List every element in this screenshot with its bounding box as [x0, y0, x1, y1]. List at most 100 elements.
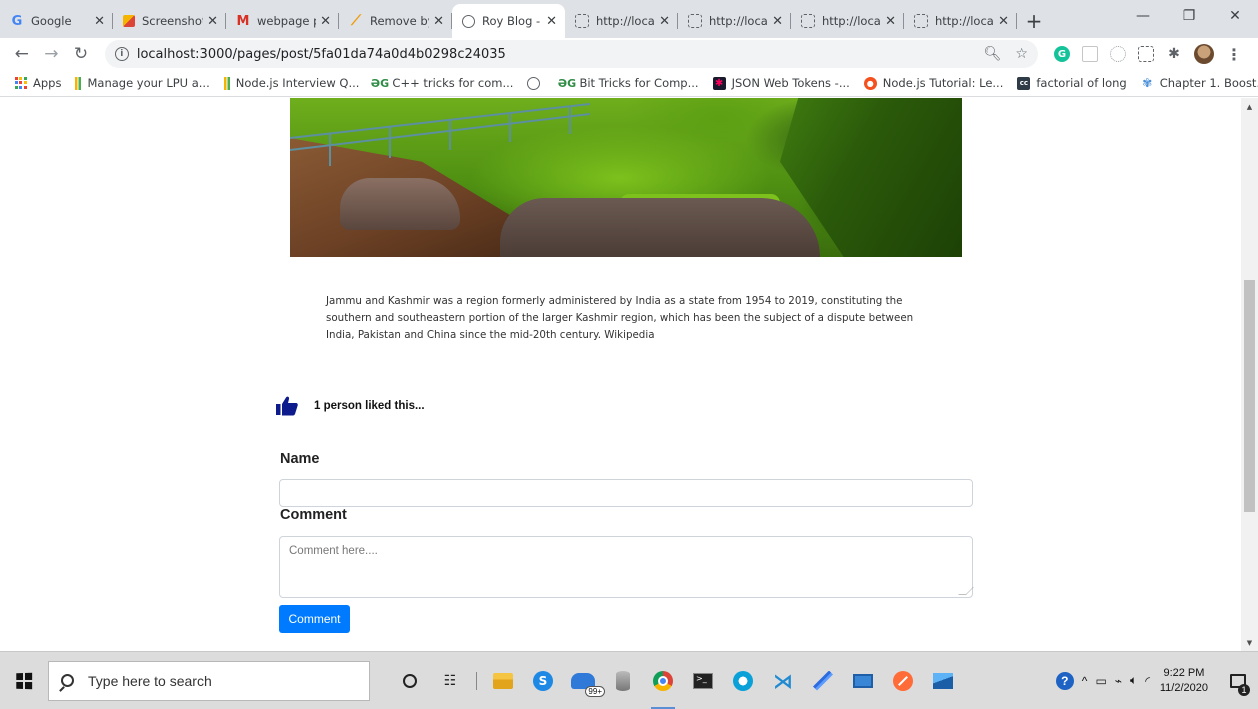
close-icon[interactable]: ✕	[998, 14, 1009, 29]
close-icon[interactable]: ✕	[659, 14, 670, 29]
bookmark-label: Manage your LPU a...	[87, 76, 210, 90]
terminal-button[interactable]: >_	[685, 661, 721, 701]
bookmark-label: C++ tricks for com...	[392, 76, 514, 90]
tab-roy-blog[interactable]: Roy Blog - I ✕	[452, 4, 565, 38]
page-content: Jammu and Kashmir was a region formerly …	[0, 98, 1241, 651]
vscode-button[interactable]: ⋊	[765, 661, 801, 701]
scroll-down-icon[interactable]: ▼	[1241, 634, 1258, 651]
network-icon[interactable]: ⌁	[1115, 674, 1122, 688]
tab-localhost-3[interactable]: http://local ✕	[791, 4, 904, 38]
close-icon[interactable]: ✕	[885, 14, 896, 29]
tab-strip: G Google ✕ Screenshot ✕ M webpage p ✕ ⟋ …	[0, 0, 1258, 38]
close-icon[interactable]: ✕	[94, 14, 105, 29]
profile-avatar[interactable]	[1193, 44, 1214, 64]
localhost-icon	[688, 14, 702, 28]
address-bar[interactable]: i localhost:3000/pages/post/5fa01da74a0d…	[104, 40, 1038, 68]
bookmark-nodejs-tutorial[interactable]: ● Node.js Tutorial: Le...	[863, 76, 1003, 90]
tab-google[interactable]: G Google ✕	[0, 4, 113, 38]
skype-button[interactable]: S	[525, 661, 561, 701]
clock[interactable]: 9:22 PM 11/2/2020	[1160, 666, 1208, 696]
file-explorer-button[interactable]	[485, 661, 521, 701]
grammarly-icon[interactable]: G	[1053, 46, 1070, 62]
back-arrow-icon[interactable]: ←	[10, 42, 34, 66]
computer-app-button[interactable]	[845, 661, 881, 701]
likes-count-text: 1 person liked this...	[314, 400, 425, 412]
bookmark-factorial[interactable]: cc factorial of long	[1017, 76, 1127, 90]
terminal-icon: >_	[693, 672, 713, 689]
browser-app-button[interactable]	[725, 661, 761, 701]
forward-arrow-icon[interactable]: →	[40, 42, 64, 66]
bookmark-boost[interactable]: ✾ Chapter 1. Boost.M...	[1141, 76, 1258, 90]
comment-textarea[interactable]	[279, 536, 973, 598]
kebab-menu-icon[interactable]: ⋮	[1226, 45, 1242, 64]
new-tab-button[interactable]: +	[1017, 4, 1051, 38]
search-icon	[61, 674, 74, 687]
tab-gmail[interactable]: M webpage p ✕	[226, 4, 339, 38]
extension-ring-icon[interactable]	[1109, 46, 1126, 62]
cortana-button[interactable]	[392, 661, 428, 701]
search-placeholder: Type here to search	[88, 672, 212, 689]
extension-dashed-icon[interactable]	[1137, 46, 1154, 62]
extension-box-icon[interactable]	[1081, 46, 1098, 62]
scroll-up-icon[interactable]: ▲	[1241, 98, 1258, 115]
pen-icon	[813, 670, 833, 691]
chevron-up-icon[interactable]: ^	[1082, 674, 1088, 688]
task-view-icon: ☷	[443, 672, 457, 689]
thumbs-up-icon[interactable]	[276, 396, 298, 416]
close-icon[interactable]: ✕	[433, 14, 444, 29]
fence-drawing	[290, 103, 591, 166]
comment-submit-button[interactable]: Comment	[279, 605, 350, 633]
bookmark-nodejs-interview[interactable]: Node.js Interview Q...	[223, 76, 359, 90]
bookmark-cpp-tricks[interactable]: ƏG C++ tricks for com...	[371, 76, 514, 90]
close-icon[interactable]: ✕	[546, 14, 557, 29]
bookmark-globe[interactable]	[527, 76, 546, 90]
name-input[interactable]	[279, 479, 973, 507]
photos-button[interactable]	[925, 661, 961, 701]
close-window-icon[interactable]: ✕	[1212, 0, 1258, 32]
windows-taskbar: Type here to search ☷ S 99+ >_ ⋊ ? ^ ▭ ⌁…	[0, 651, 1258, 709]
reload-icon[interactable]: ↻	[69, 42, 93, 66]
postman-button[interactable]	[885, 661, 921, 701]
tab-title: Roy Blog - I	[482, 14, 543, 28]
clock-date: 11/2/2020	[1159, 681, 1208, 694]
page-scrollbar[interactable]: ▲ ▼	[1241, 98, 1258, 651]
database-button[interactable]	[605, 661, 641, 701]
postman-icon	[893, 670, 913, 691]
bookmark-star-icon[interactable]: ☆	[1015, 46, 1028, 62]
taskbar-search[interactable]: Type here to search	[48, 660, 370, 701]
scrollbar-thumb[interactable]	[1244, 280, 1255, 512]
tab-title: webpage p	[257, 14, 317, 28]
bookmark-lpu[interactable]: Manage your LPU a...	[75, 76, 210, 90]
tab-localhost-2[interactable]: http://local ✕	[678, 4, 791, 38]
cortana-icon	[403, 673, 417, 688]
like-section: 1 person liked this...	[276, 396, 425, 416]
chrome-button[interactable]	[645, 661, 681, 709]
minimize-icon[interactable]: —	[1120, 0, 1166, 32]
nodejs-tutorial-icon: ●	[863, 76, 877, 90]
pen-app-button[interactable]	[805, 661, 841, 701]
tab-localhost-4[interactable]: http://local ✕	[904, 4, 1017, 38]
task-view-button[interactable]: ☷	[432, 661, 468, 701]
globe-app-icon	[733, 670, 753, 691]
restore-icon[interactable]: ❐	[1166, 0, 1212, 32]
puzzle-icon[interactable]: ✱	[1166, 46, 1182, 62]
volume-icon[interactable]: 🔈︎	[1130, 673, 1137, 688]
help-icon[interactable]: ?	[1055, 671, 1074, 690]
bookmark-jwt[interactable]: ✱ JSON Web Tokens -...	[712, 76, 850, 90]
tab-localhost-1[interactable]: http://local ✕	[565, 4, 678, 38]
battery-icon[interactable]: ▭	[1095, 674, 1106, 688]
close-icon[interactable]: ✕	[320, 14, 331, 29]
tab-screenshot[interactable]: Screenshot ✕	[113, 4, 226, 38]
zoom-icon[interactable]: 🔍︎	[984, 46, 1002, 62]
close-icon[interactable]: ✕	[207, 14, 218, 29]
close-icon[interactable]: ✕	[772, 14, 783, 29]
action-center-button[interactable]: 1	[1218, 652, 1258, 709]
unread-badge: 99+	[585, 685, 605, 697]
start-button[interactable]	[0, 652, 48, 709]
bookmark-bit-tricks[interactable]: ƏG Bit Tricks for Comp...	[558, 76, 699, 90]
tab-removebg[interactable]: ⟋ Remove by ✕	[339, 4, 452, 38]
wifi-icon[interactable]: ◜	[1145, 674, 1150, 688]
mail-button[interactable]: 99+	[565, 661, 605, 701]
info-icon[interactable]: i	[114, 47, 129, 61]
bookmark-apps[interactable]: Apps	[14, 76, 61, 90]
